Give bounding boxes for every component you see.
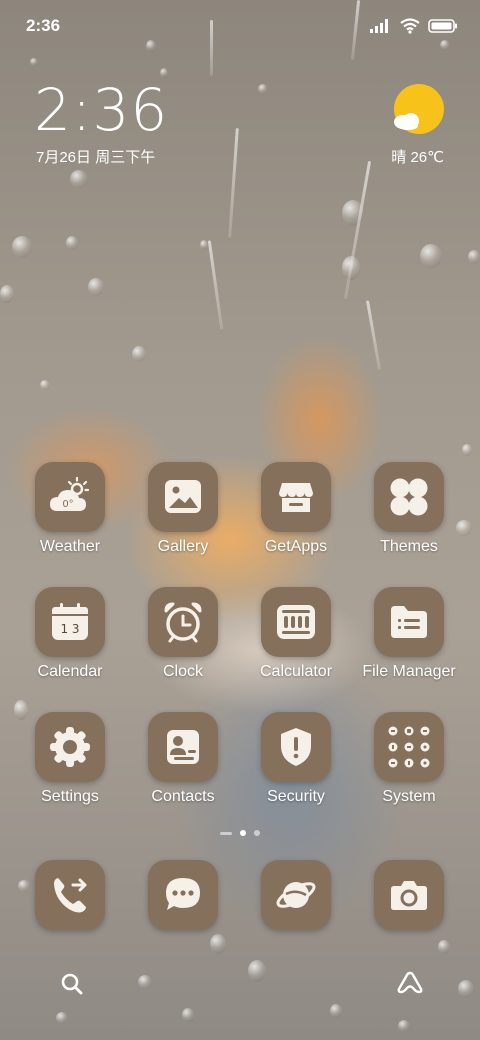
app-weather[interactable]: 0° Weather [15, 462, 125, 556]
messages-icon [148, 860, 218, 930]
app-label: Themes [380, 538, 438, 555]
app-themes[interactable]: Themes [354, 462, 464, 556]
alarm-clock-icon [148, 587, 218, 657]
dock-camera[interactable] [354, 860, 464, 930]
store-icon [261, 462, 331, 532]
app-vault-icon[interactable] [396, 970, 424, 996]
app-security[interactable]: Security [241, 712, 351, 806]
app-calculator[interactable]: Calculator [241, 587, 351, 681]
shield-icon [261, 712, 331, 782]
system-folder-icon [374, 712, 444, 782]
weather-widget-text: 晴 26℃ [391, 149, 444, 166]
dock-phone[interactable] [15, 860, 125, 930]
status-bar: 2:36 [26, 14, 458, 38]
wifi-icon [400, 18, 420, 34]
calendar-icon: 1 3 [35, 587, 105, 657]
app-calendar[interactable]: 1 3 Calendar [15, 587, 125, 681]
app-gallery[interactable]: Gallery [128, 462, 238, 556]
weather-icon: 0° [35, 462, 105, 532]
folder-icon [374, 587, 444, 657]
bottom-bar [0, 964, 480, 1004]
app-label: Settings [41, 788, 99, 805]
sunny-weather-icon[interactable] [392, 84, 444, 136]
phone-icon [35, 860, 105, 930]
svg-text:0°: 0° [62, 499, 73, 510]
status-time: 2:36 [26, 16, 61, 35]
page-indicator-feed [220, 831, 232, 835]
battery-icon [428, 19, 457, 33]
browser-icon [261, 860, 331, 930]
page-dot [254, 830, 260, 836]
contacts-icon [148, 712, 218, 782]
camera-icon [374, 860, 444, 930]
app-label: Gallery [157, 538, 209, 555]
app-label: Calendar [37, 663, 103, 680]
clock-widget-time[interactable]: 2:36 [34, 76, 168, 144]
dock-messages[interactable] [128, 860, 238, 930]
themes-icon [374, 462, 444, 532]
page-indicator[interactable] [0, 830, 480, 836]
dock-browser[interactable] [241, 860, 351, 930]
gallery-icon [148, 462, 218, 532]
app-file-manager[interactable]: File Manager [354, 587, 464, 681]
app-getapps[interactable]: GetApps [241, 462, 351, 556]
page-dot-active [240, 830, 246, 836]
app-settings[interactable]: Settings [15, 712, 125, 806]
svg-text:1 3: 1 3 [60, 622, 79, 636]
app-label: System [382, 788, 436, 805]
app-folder-system[interactable]: System [354, 712, 464, 806]
signal-icon [370, 19, 388, 33]
app-label: Security [267, 788, 325, 805]
app-label: GetApps [264, 538, 328, 555]
app-label: Calculator [259, 663, 333, 680]
app-label: Contacts [151, 788, 215, 805]
gear-icon [35, 712, 105, 782]
search-icon[interactable] [60, 972, 84, 996]
app-label: Weather [39, 538, 101, 555]
calculator-icon [261, 587, 331, 657]
app-label: Clock [162, 663, 203, 680]
app-clock[interactable]: Clock [128, 587, 238, 681]
app-contacts[interactable]: Contacts [128, 712, 238, 806]
clock-widget-date: 7月26日 周三下午 [36, 149, 156, 166]
app-label: File Manager [362, 663, 456, 680]
